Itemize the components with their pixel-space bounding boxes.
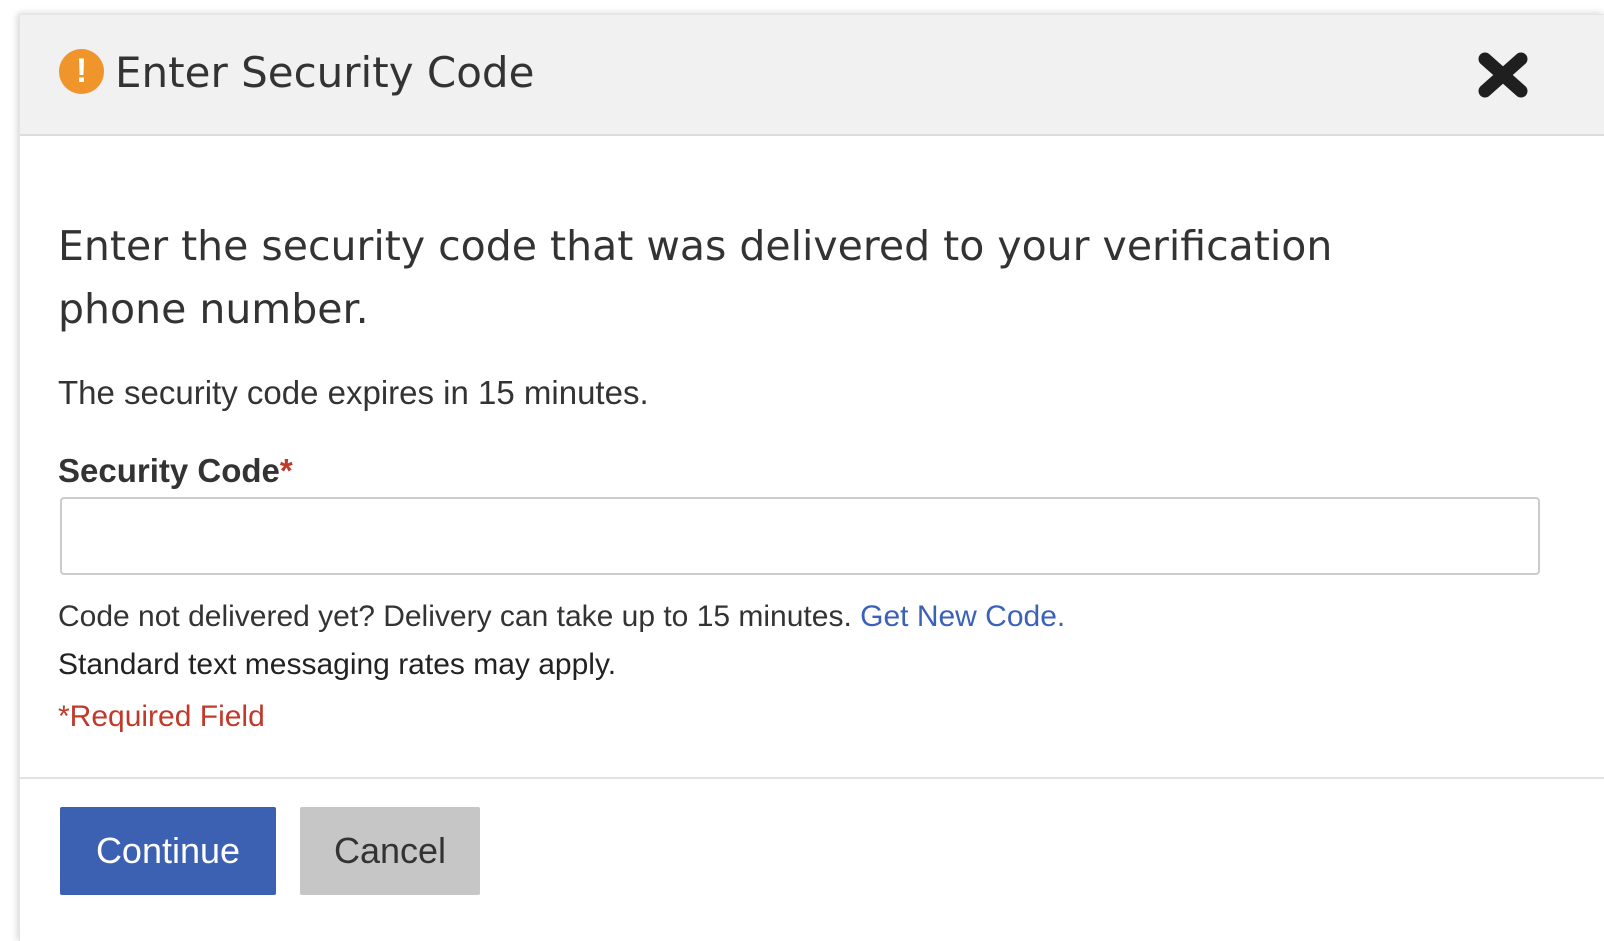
rates-note: Standard text messaging rates may apply. — [58, 648, 617, 681]
get-new-code-link[interactable]: Get New Code. — [860, 600, 1065, 633]
exclamation-circle-icon: ! — [59, 49, 104, 94]
close-x-icon — [1478, 52, 1528, 98]
dialog-title: Enter Security Code — [115, 48, 535, 97]
footer-divider — [20, 777, 1604, 779]
security-code-dialog: ! Enter Security Code Enter the security… — [19, 14, 1604, 941]
required-field-note: *Required Field — [58, 700, 265, 733]
dialog-header: ! Enter Security Code — [20, 15, 1604, 136]
continue-button[interactable]: Continue — [60, 807, 276, 895]
required-marker: * — [279, 452, 293, 489]
delivery-note: Code not delivered yet? Delivery can tak… — [58, 597, 1065, 637]
expiry-note: The security code expires in 15 minutes. — [58, 374, 649, 411]
delivery-note-text: Code not delivered yet? Delivery can tak… — [58, 600, 852, 633]
security-code-input[interactable] — [60, 497, 1540, 575]
security-code-label: Security Code* — [58, 449, 293, 493]
security-code-label-text: Security Code — [58, 452, 280, 489]
intro-text: Enter the security code that was deliver… — [58, 222, 1333, 333]
close-button[interactable] — [1475, 49, 1531, 101]
cancel-button[interactable]: Cancel — [300, 807, 480, 895]
